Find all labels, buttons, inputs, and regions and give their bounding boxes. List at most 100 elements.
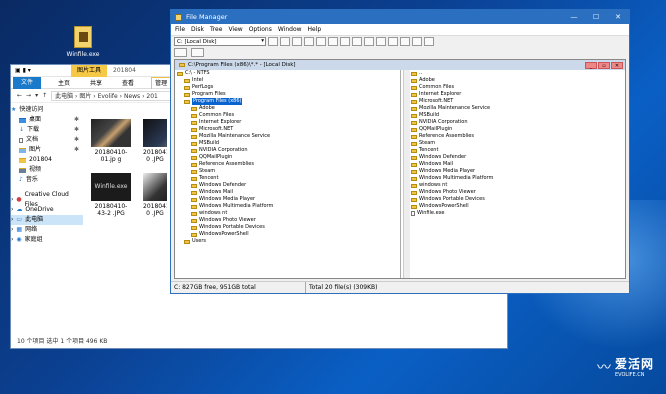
expand-chevron-icon[interactable]: › [11,205,13,215]
tree-item[interactable]: QQMailPlugin [175,154,400,161]
forward-icon[interactable]: → [26,92,31,99]
drive-c-button[interactable] [191,47,204,57]
file-list-item[interactable]: Winfile.exe [411,210,625,217]
thumbnail-item[interactable]: 20180410-01.jp g [91,119,131,163]
desktop-icon-winfile[interactable]: Winfile.exe [64,26,102,58]
file-list-item[interactable]: Internet Explorer [411,91,625,98]
thumbnail-item-selected[interactable]: Winfile.exe 20180410-43-2 .JPG [91,173,131,217]
minimize-button[interactable]: — [563,13,585,21]
up-icon[interactable]: ↑ [42,92,47,99]
sort-type-button[interactable] [352,37,362,46]
expand-chevron-icon[interactable]: › [11,225,13,235]
tree-item[interactable]: Mozilla Maintenance Service [175,133,400,140]
crumb-news[interactable]: News [124,93,140,100]
details-button[interactable] [328,37,338,46]
thumbnail-item[interactable]: 20180410-0 .JPG [143,119,167,163]
file-list-item[interactable]: Reference Assemblies [411,133,625,140]
tree-item[interactable]: Windows Multimedia Platform [175,203,400,210]
tree-item[interactable]: PerfLogs [175,84,400,91]
dropdown-icon[interactable]: ▾ [35,92,38,99]
tree-item[interactable]: Windows Photo Viewer [175,217,400,224]
sort-name-button[interactable] [340,37,350,46]
tree-item[interactable]: Microsoft.NET [175,126,400,133]
crumb-pictures[interactable]: 图片 [79,93,91,100]
file-list-item[interactable]: Windows Mail [411,161,625,168]
file-list-item[interactable]: windows nt [411,182,625,189]
menu-window[interactable]: Window [278,26,302,33]
tree-item[interactable]: Tencent [175,175,400,182]
drive-a-button[interactable] [174,47,187,57]
tree-item[interactable]: WindowsPowerShell [175,231,400,238]
share-button[interactable] [292,37,302,46]
tab-home[interactable]: 主页 [55,78,73,87]
nav-item-videos[interactable]: 视频 [11,165,83,175]
tree-item[interactable]: Users [175,238,400,245]
large-icons-button[interactable] [316,37,326,46]
tree-item[interactable]: Steam [175,168,400,175]
tree-item[interactable]: Internet Explorer [175,119,400,126]
sort-date-button[interactable] [376,37,386,46]
file-list-item[interactable]: Tencent [411,147,625,154]
picture-tools-tab[interactable]: 图片工具 [71,64,108,77]
tree-scrollbar[interactable] [403,70,410,278]
drive-select[interactable]: C: [Local Disk] [174,37,266,46]
crumb-evolife[interactable]: Evolife [98,93,118,100]
menu-help[interactable]: Help [308,26,322,33]
nav-item-pictures[interactable]: 图片 ✱ [11,145,83,155]
tree-item[interactable]: Windows Defender [175,182,400,189]
file-list-item[interactable]: WindowsPowerShell [411,203,625,210]
menu-file[interactable]: File [175,26,185,33]
nav-item-network[interactable]: › ▦ 网络 [11,225,83,235]
child-minimize-button[interactable]: _ [585,61,597,69]
tab-share[interactable]: 共享 [87,78,105,87]
tree-item[interactable]: windows nt [175,210,400,217]
file-list-item[interactable]: QQMailPlugin [411,126,625,133]
sort-size-button[interactable] [364,37,374,46]
paste-button[interactable] [400,37,410,46]
tab-view[interactable]: 查看 [119,78,137,87]
file-list-item[interactable]: Windows Multimedia Platform [411,175,625,182]
disconnect-drive-button[interactable] [280,37,290,46]
nav-item-this-pc[interactable]: › ▭ 此电脑 [11,215,83,225]
tree-item[interactable]: Program Files (x86) [175,98,400,105]
nav-item-201804[interactable]: 201804 [11,155,83,165]
tree-item[interactable]: Program Files [175,91,400,98]
file-list-item[interactable]: .. [411,70,625,77]
tree-item[interactable]: Windows Mail [175,189,400,196]
nav-item-desktop[interactable]: 桌面 ✱ [11,115,83,125]
undo-button[interactable] [424,37,434,46]
child-restore-button[interactable]: ▫ [598,61,610,69]
nav-item-homegroup[interactable]: › ◉ 家庭组 [11,235,83,245]
copy-button[interactable] [388,37,398,46]
file-list-item[interactable]: Steam [411,140,625,147]
quick-access-toolbar[interactable]: ▣ ▮ ▾ [11,67,71,74]
tree-item[interactable]: MSBuild [175,140,400,147]
file-list-item[interactable]: Microsoft.NET [411,98,625,105]
file-list-item[interactable]: Windows Portable Devices [411,196,625,203]
back-icon[interactable]: ← [17,92,22,99]
expand-chevron-icon[interactable]: › [11,215,13,225]
file-list-item[interactable]: Common Files [411,84,625,91]
crumb-201[interactable]: 201 [146,93,157,100]
tree-item[interactable]: Common Files [175,112,400,119]
tree-item[interactable]: NVIDIA Corporation [175,147,400,154]
maximize-button[interactable]: ☐ [585,13,607,21]
stop-share-button[interactable] [304,37,314,46]
file-list-item[interactable]: MSBuild [411,112,625,119]
close-button[interactable]: ✕ [607,13,629,21]
expand-chevron-icon[interactable]: › [11,195,13,205]
tree-item[interactable]: Intel [175,77,400,84]
nav-item-quick-access[interactable]: ★ 快速访问 [11,105,83,115]
nav-item-documents[interactable]: 文档 ✱ [11,135,83,145]
tree-item[interactable]: Windows Portable Devices [175,224,400,231]
file-list-item[interactable]: Windows Defender [411,154,625,161]
tree-item[interactable]: Adobe [175,105,400,112]
tree-item[interactable]: C:\ - NTFS [175,70,400,77]
menu-view[interactable]: View [228,26,242,33]
expand-chevron-icon[interactable]: › [11,235,13,245]
thumbnail-item[interactable]: 20180410-0 .JPG [143,173,167,217]
file-list-item[interactable]: Adobe [411,77,625,84]
tab-file[interactable]: 文件 [13,76,42,89]
file-list-item[interactable]: Mozilla Maintenance Service [411,105,625,112]
menu-disk[interactable]: Disk [191,26,204,33]
